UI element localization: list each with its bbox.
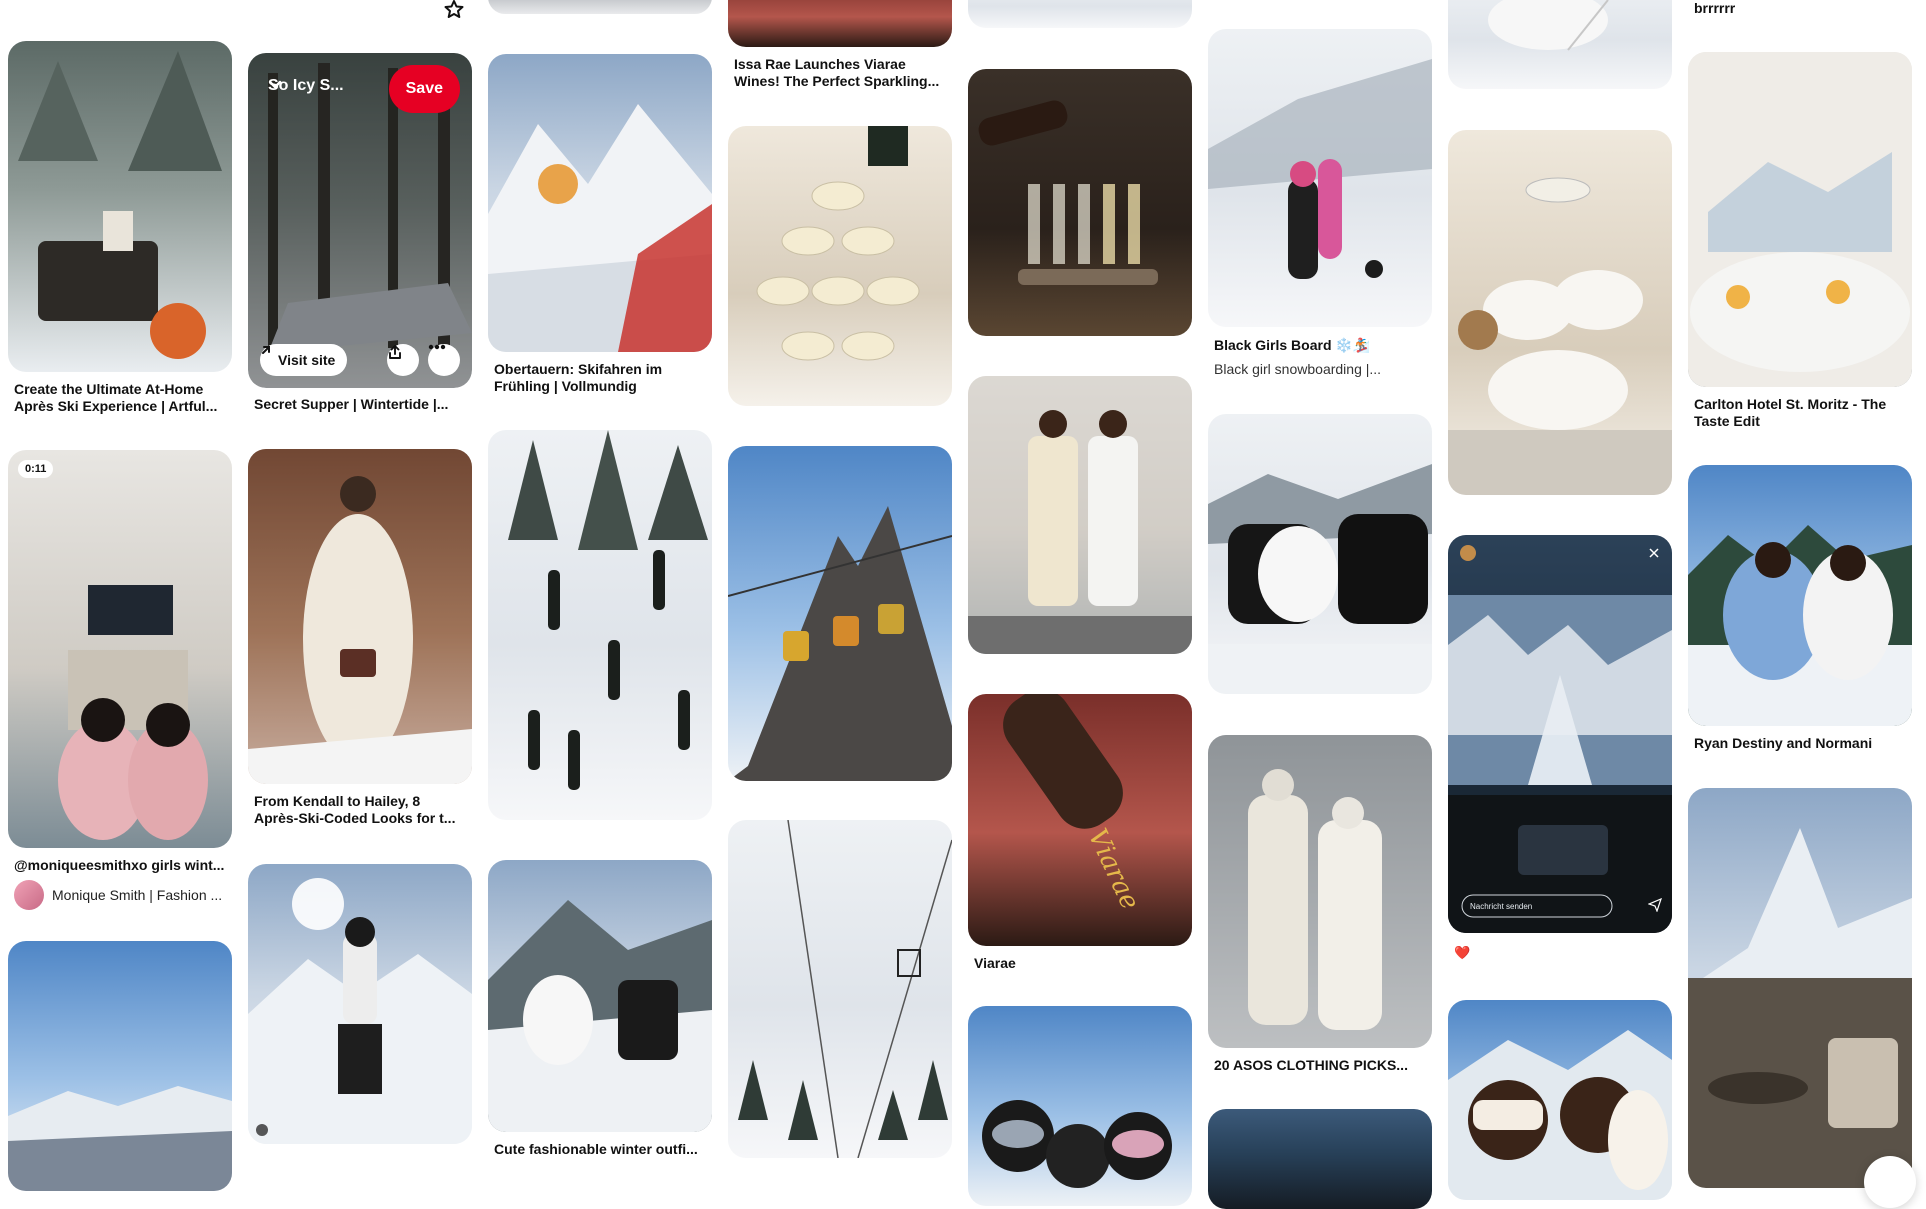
pin-image[interactable] [1448,130,1672,495]
pin-image[interactable] [728,820,952,1158]
pin-title[interactable]: Carlton Hotel St. Moritz - The Taste Edi… [1694,396,1906,430]
pin-image[interactable] [1688,788,1912,1188]
pin-image[interactable] [1208,414,1432,694]
pin-image[interactable] [1448,1000,1672,1200]
pin-title[interactable]: Ryan Destiny and Normani [1694,735,1906,752]
pin-image[interactable]: 0:11 [8,450,232,848]
board-select[interactable]: So Icy S... [268,77,352,95]
pin-subtitle[interactable]: Black girl snowboarding |... [1214,361,1426,377]
star-icon[interactable] [444,0,464,23]
pin-image[interactable] [728,446,952,781]
pin-image[interactable] [1688,465,1912,726]
pin-image[interactable]: So Icy S... Save Visit site [248,53,472,388]
pin-title[interactable]: brrrrrr [1694,0,1735,16]
pin-image[interactable] [968,0,1192,28]
pin-image[interactable] [968,376,1192,654]
pin-image[interactable] [488,0,712,14]
pin-image[interactable] [728,126,952,406]
pin-title[interactable]: From Kendall to Hailey, 8 Après-Ski-Code… [254,793,466,827]
pin-image[interactable] [8,941,232,1191]
pin-title[interactable]: 20 ASOS CLOTHING PICKS... [1214,1057,1426,1074]
pin-image[interactable]: Nachricht senden [1448,535,1672,933]
pin-title[interactable]: Viarae [974,955,1186,972]
pin-title[interactable]: Issa Rae Launches Viarae Wines! The Perf… [734,56,946,90]
more-options-button[interactable] [428,344,460,376]
pin-title[interactable]: @moniqueesmithxo girls wint... [14,857,226,874]
save-button[interactable]: Save [388,65,460,113]
pin-image[interactable] [488,430,712,820]
pin-image[interactable] [1208,1109,1432,1209]
pin-image[interactable] [968,69,1192,336]
creator-avatar[interactable] [14,880,44,910]
video-duration-badge: 0:11 [18,460,54,478]
creator-name[interactable]: Monique Smith | Fashion ... [52,887,222,903]
visit-site-label: Visit site [278,352,336,368]
pin-title[interactable]: Black Girls Board ❄️🏂 [1214,337,1426,354]
pin-title[interactable]: Secret Supper | Wintertide |... [254,396,466,413]
pin-image[interactable] [8,41,232,372]
pin-image[interactable] [488,54,712,352]
pin-image[interactable] [1208,29,1432,327]
pin-image[interactable] [1688,52,1912,387]
pin-image[interactable] [1208,735,1432,1048]
story-message-input[interactable]: Nachricht senden [1470,902,1532,911]
help-button[interactable] [1864,1156,1916,1208]
pin-image[interactable] [488,860,712,1132]
pin-indicator-icon [256,1124,268,1136]
pin-creator[interactable]: Monique Smith | Fashion ... [14,880,229,910]
svg-text:Viarae: Viarae [1082,824,1145,914]
pin-caption[interactable]: ❤️ [1454,945,1470,961]
share-button[interactable] [387,344,419,376]
pin-image[interactable] [1448,0,1672,89]
visit-site-button[interactable]: Visit site [260,344,348,376]
pin-image[interactable] [248,864,472,1144]
pin-image[interactable] [248,449,472,784]
pin-image[interactable] [728,0,952,47]
pin-title[interactable]: Create the Ultimate At-Home Après Ski Ex… [14,381,226,415]
pin-image[interactable] [968,1006,1192,1206]
pin-title[interactable]: Obertauern: Skifahren im Frühling | Voll… [494,361,706,395]
pin-title[interactable]: Cute fashionable winter outfi... [494,1141,706,1158]
pin-image[interactable]: Viarae [968,694,1192,946]
